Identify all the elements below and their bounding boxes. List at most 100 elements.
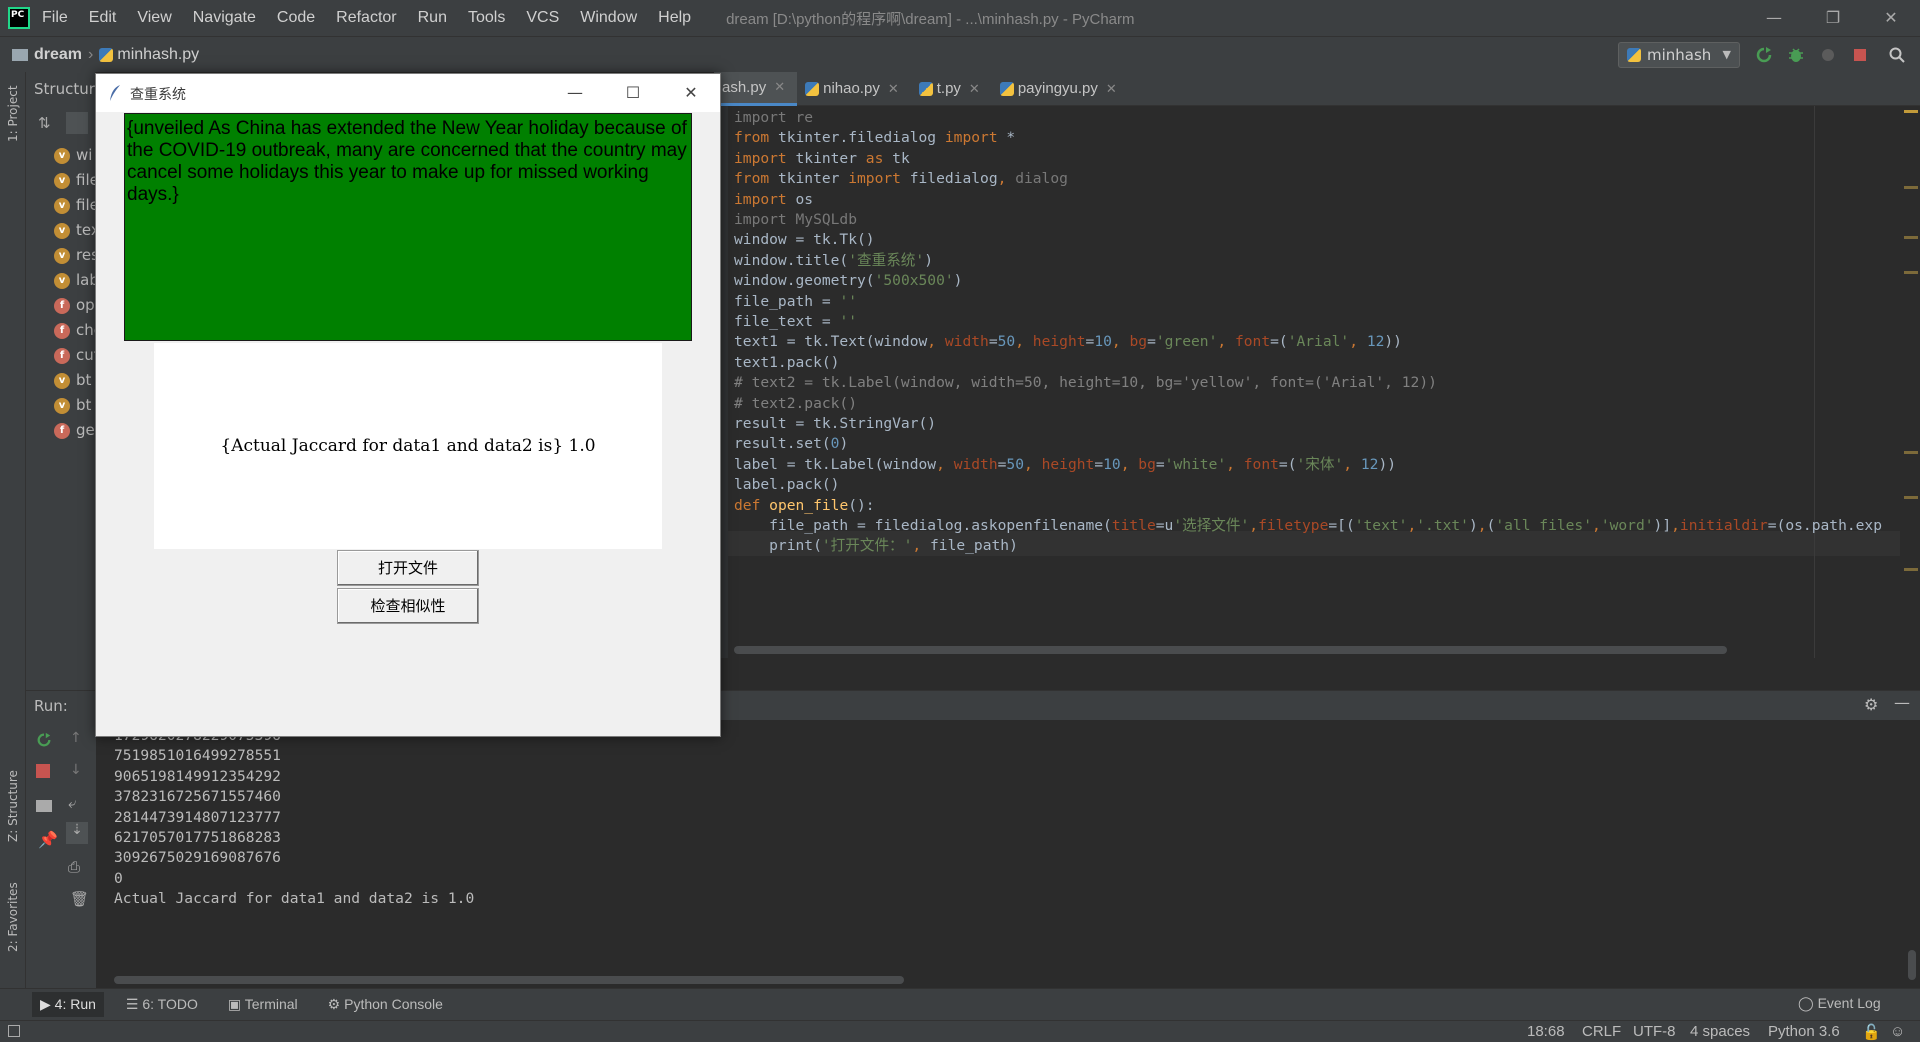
- code-editor[interactable]: import re from tkinter.filedialog import …: [714, 106, 1920, 658]
- warning-marker[interactable]: [1904, 271, 1918, 274]
- breadcrumb-project[interactable]: dream: [34, 46, 82, 64]
- structure-item[interactable]: v bt: [54, 396, 91, 414]
- tab-nihao[interactable]: nihao.py ✕: [797, 72, 911, 106]
- run-console[interactable]: 1729620278229075396751985101649927855190…: [96, 720, 1920, 988]
- project-tool-tab[interactable]: 1: Project: [6, 85, 20, 142]
- debug-icon[interactable]: [1787, 46, 1805, 64]
- stop-icon[interactable]: [36, 764, 50, 778]
- rerun-icon[interactable]: [36, 732, 52, 748]
- layout-icon[interactable]: [36, 800, 52, 812]
- menu-help[interactable]: Help: [658, 9, 691, 27]
- menu-view[interactable]: View: [137, 9, 171, 27]
- restore-button[interactable]: ❐: [1804, 0, 1862, 36]
- tk-maximize-button[interactable]: ☐: [604, 74, 662, 112]
- structure-item[interactable]: f ge: [54, 421, 95, 439]
- tab-python-console[interactable]: ⚙ Python Console: [320, 992, 451, 1017]
- scroll-to-end-icon[interactable]: ⇣: [66, 822, 88, 844]
- structure-item[interactable]: vres: [54, 246, 95, 264]
- close-tab-icon[interactable]: ✕: [969, 81, 980, 97]
- lock-icon[interactable]: 🔓: [1862, 1023, 1881, 1041]
- tab-payingyu[interactable]: payingyu.py ✕: [992, 72, 1129, 106]
- menu-navigate[interactable]: Navigate: [193, 9, 256, 27]
- console-horizontal-scrollbar[interactable]: [114, 976, 904, 984]
- filter-icon[interactable]: [66, 112, 88, 134]
- structure-item[interactable]: vfile: [54, 196, 95, 214]
- coverage-icon[interactable]: [1819, 46, 1837, 64]
- console-vertical-scrollbar[interactable]: [1908, 950, 1916, 980]
- rerun-icon[interactable]: [1755, 46, 1773, 64]
- arrow-up-icon[interactable]: ↑: [70, 730, 82, 746]
- close-tab-icon[interactable]: ✕: [774, 79, 785, 95]
- check-similarity-button[interactable]: 检查相似性: [337, 588, 479, 624]
- structure-item[interactable]: v wi: [54, 146, 92, 164]
- menu-edit[interactable]: Edit: [89, 9, 117, 27]
- caret-position[interactable]: 18:68: [1527, 1023, 1565, 1040]
- tk-close-button[interactable]: ✕: [662, 74, 720, 112]
- tab-minhash[interactable]: ash.py ✕: [714, 71, 798, 106]
- tool-window-toggle-icon[interactable]: [8, 1025, 20, 1037]
- hide-panel-icon[interactable]: —: [1894, 693, 1910, 712]
- tab-terminal[interactable]: ▣ Terminal: [220, 992, 306, 1017]
- warning-marker[interactable]: [1904, 236, 1918, 239]
- warning-marker[interactable]: [1904, 568, 1918, 571]
- sort-icon[interactable]: ⇅: [38, 114, 51, 132]
- structure-item[interactable]: f op: [54, 296, 95, 314]
- run-configuration-select[interactable]: minhash ▼: [1618, 42, 1740, 68]
- indent-setting[interactable]: 4 spaces: [1690, 1023, 1750, 1040]
- warning-marker[interactable]: [1904, 186, 1918, 189]
- breadcrumb-file[interactable]: minhash.py: [117, 46, 199, 64]
- editor-horizontal-scrollbar[interactable]: [734, 646, 1727, 654]
- structure-item[interactable]: fche: [54, 321, 95, 339]
- warning-marker[interactable]: [1904, 110, 1918, 113]
- structure-item[interactable]: vtex: [54, 221, 95, 239]
- menu-file[interactable]: File: [42, 9, 68, 27]
- tab-todo[interactable]: ☰ 6: TODO: [118, 992, 206, 1017]
- menu-refactor[interactable]: Refactor: [336, 9, 396, 27]
- structure-item[interactable]: vlab: [54, 271, 95, 289]
- function-icon: f: [54, 322, 70, 339]
- stop-icon[interactable]: [1851, 46, 1869, 64]
- tab-run[interactable]: ▶ 4: Run: [32, 992, 104, 1017]
- event-log-button[interactable]: ◯ Event Log: [1798, 995, 1881, 1012]
- menu-run[interactable]: Run: [418, 9, 447, 27]
- close-tab-icon[interactable]: ✕: [1106, 81, 1117, 97]
- line-separator[interactable]: CRLF: [1582, 1023, 1621, 1040]
- search-icon[interactable]: [1888, 46, 1906, 64]
- code-line[interactable]: print('打开文件：', file_path): [734, 533, 1018, 558]
- trash-icon[interactable]: 🗑: [70, 890, 89, 908]
- pin-icon[interactable]: 📌: [38, 830, 58, 849]
- variable-icon: v: [54, 147, 70, 164]
- menu-tools[interactable]: Tools: [468, 9, 505, 27]
- inspector-icon[interactable]: ☺: [1890, 1023, 1905, 1040]
- structure-item[interactable]: fcut: [54, 346, 95, 364]
- print-icon[interactable]: ⎙: [68, 858, 80, 876]
- menu-window[interactable]: Window: [580, 9, 637, 27]
- favorites-tool-tab[interactable]: 2: Favorites: [6, 882, 20, 952]
- tab-t[interactable]: t.py ✕: [911, 72, 992, 106]
- menu-code[interactable]: Code: [277, 9, 315, 27]
- python-interpreter[interactable]: Python 3.6: [1768, 1023, 1840, 1040]
- tk-text-area[interactable]: {unveiled As China has extended the New …: [124, 113, 692, 341]
- soft-wrap-icon[interactable]: ⤶: [68, 794, 76, 812]
- structure-tool-tab[interactable]: Z: Structure: [6, 770, 20, 842]
- console-line: 3092675029169087676: [114, 849, 281, 867]
- warning-marker[interactable]: [1904, 496, 1918, 499]
- tk-minimize-button[interactable]: —: [546, 74, 604, 112]
- open-file-button[interactable]: 打开文件: [337, 550, 479, 586]
- variable-icon: v: [54, 222, 70, 239]
- structure-item[interactable]: vfile: [54, 171, 95, 189]
- run-toolbar: 📌 ↑ ↓ ⤶ ⇣ ⎙ 🗑: [26, 720, 96, 988]
- arrow-down-icon[interactable]: ↓: [70, 762, 82, 778]
- file-encoding[interactable]: UTF-8: [1633, 1023, 1676, 1040]
- left-tool-strip: 1: Project Z: Structure 2: Favorites: [0, 72, 26, 1020]
- close-tab-icon[interactable]: ✕: [888, 81, 899, 97]
- variable-icon: v: [54, 397, 70, 414]
- warning-marker[interactable]: [1904, 451, 1918, 454]
- menu-vcs[interactable]: VCS: [526, 9, 559, 27]
- settings-gear-icon[interactable]: ⚙: [1864, 695, 1878, 714]
- structure-title: Structure: [34, 80, 95, 98]
- close-button[interactable]: ✕: [1862, 0, 1920, 36]
- structure-item[interactable]: v bt: [54, 371, 91, 389]
- minimize-button[interactable]: —: [1745, 0, 1803, 36]
- tk-title-bar[interactable]: 查重系统 — ☐ ✕: [96, 74, 720, 112]
